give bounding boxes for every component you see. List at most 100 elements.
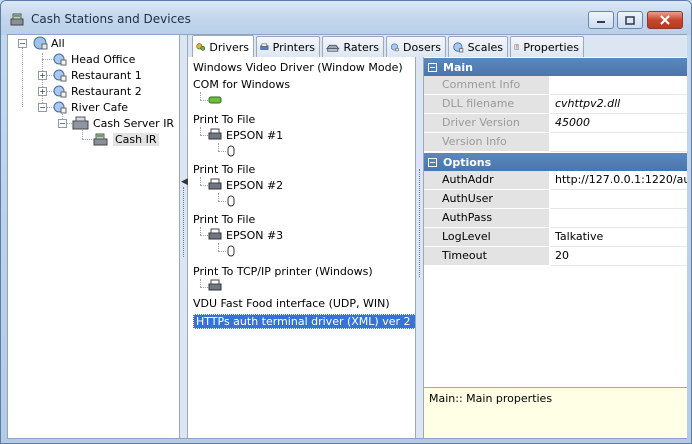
driver-item[interactable]: VDU Fast Food interface (UDP, WIN) [193,297,390,310]
close-icon [660,15,670,25]
tab-bar: Drivers Printers Raters Dosers Scales Pr… [188,35,687,58]
property-name: LogLevel [424,228,550,247]
property-value[interactable] [551,209,687,228]
property-row[interactable]: Timeout 20 [424,247,687,266]
property-value[interactable] [551,190,687,209]
property-row[interactable]: AuthPass [424,209,687,228]
tab-drivers[interactable]: Drivers [192,35,254,58]
category-main[interactable]: − Main [424,58,687,76]
tab-raters[interactable]: Raters [322,36,384,57]
tree-label: Head Office [71,52,136,66]
property-row[interactable]: Comment Info [424,76,687,95]
tree-label: Restaurant 1 [71,68,142,82]
property-row[interactable]: Driver Version 45000 [424,114,687,133]
tab-label: Printers [272,40,315,54]
window-title: Cash Stations and Devices [31,12,191,26]
tab-printers[interactable]: Printers [256,36,320,57]
driver-item[interactable]: EPSON #3 [226,229,283,242]
tree-expand-restaurant-1[interactable]: + [38,71,47,80]
tab-label: Raters [343,40,379,54]
station-tree[interactable]: − All Head Office + Restaurant 1 + Resta… [8,35,180,438]
property-name: Comment Info [424,76,550,95]
category-label: Options [443,155,492,169]
property-description: Main:: Main properties [424,387,687,438]
minimize-icon [597,21,605,23]
drivers-splitter[interactable] [416,57,424,438]
doser-icon [390,43,399,52]
collapse-arrow-icon[interactable]: ◀ [181,177,188,187]
driver-item[interactable]: Print To File [193,163,255,176]
tab-properties[interactable]: Properties [510,36,584,57]
property-name: AuthUser [424,190,550,209]
property-value[interactable] [551,76,687,95]
driver-item[interactable]: Print To TCP/IP printer (Windows) [193,265,373,278]
maximize-icon [625,15,635,25]
property-name: AuthAddr [424,171,550,190]
driver-item[interactable]: Print To File [193,113,255,126]
driver-item[interactable]: Print To File [193,213,255,226]
property-value[interactable] [551,133,687,152]
cash-register-icon [10,13,24,26]
tree-node-head-office[interactable]: Head Office [52,51,135,67]
tree-node-cash-ir[interactable]: Cash IR [92,131,159,147]
printer-icon [260,43,269,50]
tree-collapse-river-cafe[interactable]: − [38,103,47,112]
splitter-grip [419,169,420,277]
property-row[interactable]: DLL filename cvhttpv2.dll [424,95,687,114]
tab-label: Dosers [403,40,441,54]
cash-register-icon [93,133,108,146]
mouse-device-icon [227,245,235,257]
station-icon [53,53,67,66]
printer-icon [208,178,222,190]
property-grid: − Main Comment Info DLL filename cvhttpv… [424,57,687,387]
category-options[interactable]: − Options [424,153,687,171]
title-bar[interactable]: Cash Stations and Devices [1,1,691,35]
property-row[interactable]: AuthAddr http://127.0.0.1:1220/auth [424,171,687,190]
property-row[interactable]: Version Info [424,133,687,152]
network-icon [33,36,48,50]
property-value[interactable]: 20 [551,247,687,266]
tab-dosers[interactable]: Dosers [386,36,446,57]
tree-expand-restaurant-2[interactable]: + [38,87,47,96]
tree-node-river-cafe[interactable]: River Cafe [52,99,128,115]
tree-node-all[interactable]: All [32,35,65,51]
property-name: Timeout [424,247,550,266]
property-name: AuthPass [424,209,550,228]
tree-label: All [51,36,65,50]
com-port-icon [208,96,222,104]
driver-item[interactable]: EPSON #2 [226,179,283,192]
property-value[interactable]: Talkative [551,228,687,247]
tab-label: Scales [467,40,503,54]
tree-splitter[interactable]: ◀ [180,35,188,438]
property-name: Version Info [424,133,550,152]
driver-item-selected[interactable]: HTTPs auth terminal driver (XML) ver 2 #… [193,314,415,329]
maximize-button[interactable] [617,11,643,29]
tree-label: Cash Server IR [93,116,175,130]
category-label: Main [443,60,473,74]
mouse-device-icon [227,145,235,157]
tab-scales[interactable]: Scales [448,36,508,57]
collapse-icon[interactable]: − [428,157,437,167]
tree-collapse-cash-server[interactable]: − [58,119,67,128]
printer-icon [208,279,222,291]
close-button[interactable] [647,11,683,29]
drivers-tree[interactable]: Windows Video Driver (Window Mode) COM f… [188,57,416,438]
property-value[interactable]: cvhttpv2.dll [551,95,687,114]
driver-item[interactable]: COM for Windows [193,78,290,91]
driver-item[interactable]: EPSON #1 [226,129,283,142]
minimize-button[interactable] [588,11,614,29]
driver-item[interactable]: Windows Video Driver (Window Mode) [193,61,403,74]
station-icon [53,69,67,82]
tree-node-restaurant-2[interactable]: Restaurant 2 [52,83,142,99]
collapse-icon[interactable]: − [428,62,437,72]
tab-label: Drivers [209,40,249,54]
scale-tray-icon [326,44,340,52]
property-value[interactable]: http://127.0.0.1:1220/auth [551,171,687,190]
property-row[interactable]: LogLevel Talkative [424,228,687,247]
property-row[interactable]: AuthUser [424,190,687,209]
tree-node-cash-server-ir[interactable]: Cash Server IR [72,115,174,131]
tree-collapse-all[interactable]: − [18,39,27,48]
server-icon [72,116,89,130]
property-value[interactable]: 45000 [551,114,687,133]
tree-node-restaurant-1[interactable]: Restaurant 1 [52,67,142,83]
